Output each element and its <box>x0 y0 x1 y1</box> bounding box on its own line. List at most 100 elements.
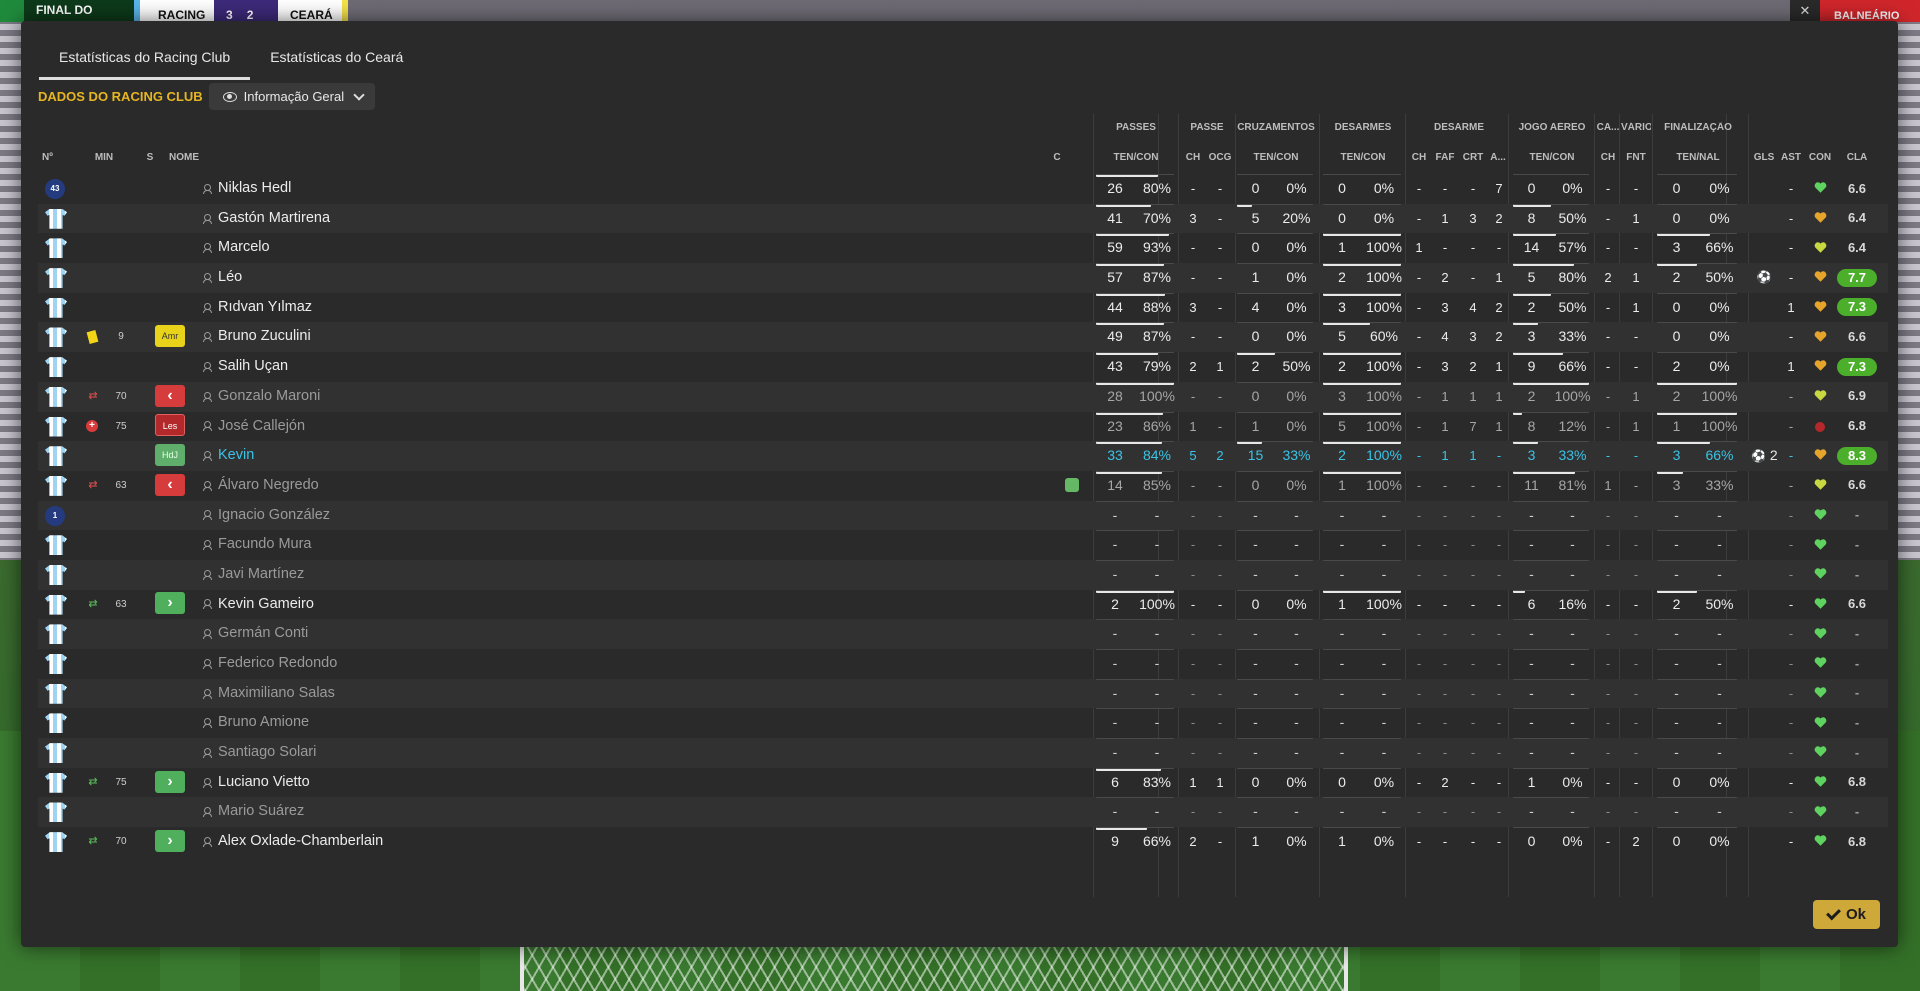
table-row[interactable]: Federico Redondo - - - - - - - - - - - - - - - - - - - - <box>38 649 1888 679</box>
player-name[interactable]: Bruno Zuculini <box>218 322 311 352</box>
column-header-cla[interactable]: CLA <box>1837 152 1877 163</box>
player-name-cell[interactable]: Mario Suárez <box>203 797 903 827</box>
player-name[interactable]: Salih Uçan <box>218 352 288 382</box>
stat-aerial-track <box>1513 292 1589 294</box>
player-name-cell[interactable]: Javi Martínez <box>203 560 903 590</box>
table-row[interactable]: ⇄ 70 ‹ Gonzalo Maroni 28 100% - -0 0% 3 100% -1 1 1 2 1… <box>38 381 1888 412</box>
column-header-con[interactable]: CON <box>1805 152 1835 163</box>
player-name[interactable]: Mario Suárez <box>218 797 304 827</box>
table-row[interactable]: Bruno Amione - - - - - - - - - - - - - - - - - - - - <box>38 708 1888 738</box>
player-name-cell[interactable]: Bruno Zuculini <box>203 322 903 352</box>
player-name-cell[interactable]: Salih Uçan <box>203 352 903 382</box>
player-name-cell[interactable]: Marcelo <box>203 233 903 263</box>
player-name-cell[interactable]: Kevin Gameiro <box>203 590 903 620</box>
player-name-cell[interactable]: Federico Redondo <box>203 649 903 679</box>
column-header-desarmes[interactable]: TEN/CON <box>1321 152 1405 163</box>
table-row[interactable]: 43 Niklas Hedl 26 80% - - 0 0% 0 0% - - - 7 0 0% - - 0 0% - 6… <box>38 174 1888 204</box>
player-name[interactable]: Luciano Vietto <box>218 768 310 798</box>
dressing-room-button[interactable]: BALNEÁRIO <box>1820 0 1920 22</box>
table-row[interactable]: Marcelo 59 93% - - 0 0% 1 100% 1 - - - 14 57% - - 3 66% - 6.… <box>38 233 1888 263</box>
player-name-cell[interactable]: Léo <box>203 263 903 293</box>
column-header-des_ch[interactable]: CH <box>1408 152 1430 163</box>
player-name-cell[interactable]: Gastón Martirena <box>203 204 903 234</box>
table-row[interactable]: HdJ Kevin 33 84% 5 2 15 33% 2 100% -1 1-3 33% - -3 66% ⚽… <box>38 441 1888 471</box>
table-row[interactable]: ⇄ 75 › Luciano Vietto 6 83% 1 1 0 0% 0 0% - 2 - - 1 0% - - 0… <box>38 767 1888 798</box>
table-row[interactable]: ⇄ 63 ‹ Álvaro Negredo 14 85% - -0 0% 1 100% - - - -11 8… <box>38 470 1888 501</box>
player-name[interactable]: Javi Martínez <box>218 560 304 590</box>
table-row[interactable]: Léo 57 87% - -1 0% 2 100% -2-1 5 80% 2 1 2 50% ⚽ -7.7 <box>38 263 1888 293</box>
player-name-cell[interactable]: Gonzalo Maroni <box>203 382 903 412</box>
player-name[interactable]: Maximiliano Salas <box>218 679 335 709</box>
player-name[interactable]: Facundo Mura <box>218 530 312 560</box>
column-header-c[interactable]: C <box>1051 152 1063 163</box>
player-name-cell[interactable]: Santiago Solari <box>203 738 903 768</box>
tab-racing-club[interactable]: Estatísticas do Racing Club <box>39 49 251 80</box>
table-row[interactable]: ⇄ 70 › Alex Oxlade-Chamberlain 9 66% 2 - 1 0% 1 0% -… <box>38 827 1888 857</box>
table-row[interactable]: Maximiliano Salas - - - - - - - - - - - - - - - - - - - - <box>38 678 1888 709</box>
table-row[interactable]: Gastón Martirena 41 70% 3 - 5 20% 0 0% - 1 3 2 8 50% - 1… <box>38 203 1888 234</box>
player-name[interactable]: Rıdvan Yılmaz <box>218 293 312 323</box>
column-header-gls[interactable]: GLS <box>1751 152 1777 163</box>
column-header-fin[interactable]: TEN/NAL <box>1655 152 1741 163</box>
column-header-passe_ch[interactable]: CH <box>1181 152 1205 163</box>
player-name[interactable]: Gastón Martirena <box>218 204 330 234</box>
column-header-name[interactable]: NOME <box>169 152 229 163</box>
column-header-des_faf[interactable]: FAF <box>1431 152 1459 163</box>
player-name-cell[interactable]: Alex Oxlade-Chamberlain <box>203 827 903 857</box>
player-name-cell[interactable]: Ignacio González <box>203 501 903 531</box>
close-icon[interactable]: ✕ <box>1790 0 1820 22</box>
ok-button[interactable]: Ok <box>1812 900 1880 929</box>
column-header-no[interactable]: Nº <box>42 152 68 163</box>
player-name[interactable]: Kevin <box>218 441 254 471</box>
stat-passes-track <box>1096 767 1174 769</box>
table-row[interactable]: Javi Martínez - - - - - - - - - - - - - - - - - - - - <box>38 559 1888 590</box>
table-row[interactable]: Rıdvan Yılmaz 44 88% 3-4 0% 3 100% -3 4 2 2 50% -1 0 0… <box>38 292 1888 323</box>
tab-ceara[interactable]: Estatísticas do Ceará <box>250 49 423 80</box>
player-name[interactable]: Bruno Amione <box>218 708 309 738</box>
column-header-des_a[interactable]: A... <box>1487 152 1509 163</box>
player-name[interactable]: Kevin Gameiro <box>218 590 314 620</box>
player-name[interactable]: Germán Conti <box>218 619 308 649</box>
player-name[interactable]: Alex Oxlade-Chamberlain <box>218 827 383 857</box>
column-header-passe_ocg[interactable]: OCG <box>1206 152 1234 163</box>
column-header-aereo[interactable]: TEN/CON <box>1511 152 1593 163</box>
player-name[interactable]: Ignacio González <box>218 501 330 531</box>
table-row[interactable]: Santiago Solari - - - - - - - - - - - - - - - - - - - - <box>38 738 1888 768</box>
player-name[interactable]: Álvaro Negredo <box>218 471 319 501</box>
column-header-min[interactable]: MIN <box>89 152 119 163</box>
player-name-cell[interactable]: Kevin <box>203 441 903 471</box>
column-header-passes[interactable]: TEN/CON <box>1094 152 1178 163</box>
column-header-s[interactable]: S <box>143 152 157 163</box>
player-name-cell[interactable]: Facundo Mura <box>203 530 903 560</box>
player-name[interactable]: Léo <box>218 263 242 293</box>
player-name[interactable]: Federico Redondo <box>218 649 337 679</box>
view-dropdown[interactable]: Informação Geral <box>208 83 376 110</box>
player-name-cell[interactable]: Niklas Hedl <box>203 174 903 204</box>
player-name-cell[interactable]: Maximiliano Salas <box>203 679 903 709</box>
player-name-cell[interactable]: Bruno Amione <box>203 708 903 738</box>
player-name[interactable]: Marcelo <box>218 233 270 263</box>
table-row[interactable]: Salih Uçan 43 79% 2 1 2 50% 2 100% -3 2 1 9 66% - -2 0% 1… <box>38 352 1888 382</box>
table-row[interactable]: 9 Amr Bruno Zuculini 49 87% - - 0 0% 5 60% - 4 3 2 3 33%… <box>38 322 1888 353</box>
player-name[interactable]: José Callejón <box>218 412 305 442</box>
player-name[interactable]: Niklas Hedl <box>218 174 291 204</box>
column-header-des_crt[interactable]: CRT <box>1460 152 1486 163</box>
table-row[interactable]: Mario Suárez - - - - - - - - - - - - - - - - - - - - <box>38 797 1888 828</box>
column-header-fnt[interactable]: FNT <box>1621 152 1651 163</box>
player-name[interactable]: Santiago Solari <box>218 738 316 768</box>
table-row[interactable]: 1 Ignacio González - - - - - - - - - - - - - - - - - - - - <box>38 500 1888 531</box>
table-row[interactable]: Facundo Mura - - - - - - - - - - - - - - - - - - - - <box>38 530 1888 560</box>
player-name-cell[interactable]: Rıdvan Yılmaz <box>203 293 903 323</box>
column-header-ast[interactable]: AST <box>1778 152 1804 163</box>
table-row[interactable]: +75 Les José Callejón 23 86% 1-1 0% 5 100% -1 7 1 8 1… <box>38 411 1888 442</box>
player-name-cell[interactable]: Luciano Vietto <box>203 768 903 798</box>
table-row[interactable]: ⇄ 63 › Kevin Gameiro 2 100% - -0 0% 1 100% - - - -6 16%… <box>38 589 1888 620</box>
column-header-ca_ch[interactable]: CH <box>1596 152 1620 163</box>
player-name-cell[interactable]: Álvaro Negredo <box>203 471 903 501</box>
table-row[interactable]: Germán Conti - - - - - - - - - - - - - - - - - - - - <box>38 619 1888 649</box>
player-name-cell[interactable]: Germán Conti <box>203 619 903 649</box>
subbed-on-chevron-icon: › <box>155 770 185 793</box>
player-name[interactable]: Gonzalo Maroni <box>218 382 320 412</box>
column-header-cruz[interactable]: TEN/CON <box>1235 152 1317 163</box>
player-name-cell[interactable]: José Callejón <box>203 412 903 442</box>
